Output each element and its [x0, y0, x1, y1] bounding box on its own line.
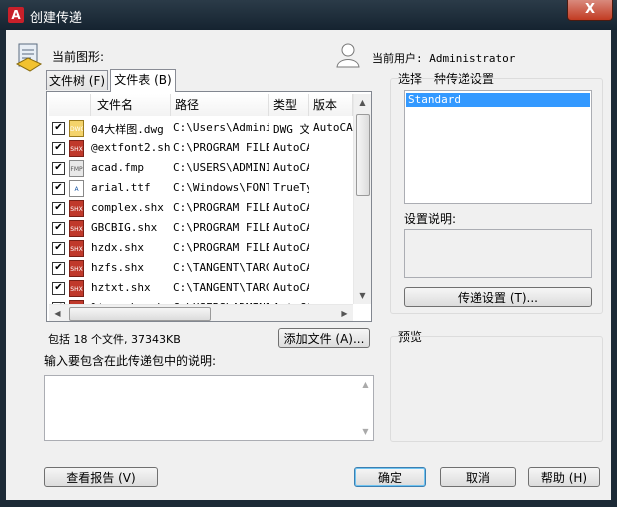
- notes-scroll-up-icon[interactable]: ▲: [357, 376, 374, 393]
- table-row[interactable]: ✔ SHX hzdx.shx C:\PROGRAM FILES AutoCA: [47, 239, 353, 259]
- fmp-file-icon: FMP: [69, 160, 84, 177]
- cell-type: AutoCA: [273, 261, 309, 274]
- scroll-up-arrow-icon[interactable]: ▲: [354, 94, 371, 111]
- cell-path: C:\TANGENT\TARCH: [173, 261, 269, 274]
- row-checkbox[interactable]: ✔: [52, 262, 65, 275]
- setup-description-text: [405, 230, 591, 236]
- table-row[interactable]: ✔ SHX hztxt.shx C:\TANGENT\TARCH AutoCA: [47, 279, 353, 299]
- table-row[interactable]: ✔ FMP acad.fmp C:\USERS\ADMINIS AutoCA: [47, 159, 353, 179]
- column-header-type[interactable]: 类型: [269, 94, 309, 116]
- shx-file-icon: SHX: [69, 200, 84, 217]
- cell-type: AutoCA: [273, 141, 309, 154]
- vertical-scrollbar[interactable]: ▲ ▼: [353, 94, 371, 304]
- cell-type: AutoCA: [273, 241, 309, 254]
- cell-path: C:\PROGRAM FILES: [173, 241, 269, 254]
- row-checkbox[interactable]: ✔: [52, 122, 65, 135]
- dialog-client: 当前图形: 当前用户: Administrator 文件树 (F) 文件表 (B…: [6, 30, 611, 500]
- cell-type: AutoCA: [273, 201, 309, 214]
- cell-type: AutoCA: [273, 221, 309, 234]
- close-button[interactable]: X: [567, 0, 613, 21]
- current-user-label: 当前用户: Administrator: [372, 52, 516, 65]
- cell-type: TrueTy: [273, 181, 309, 194]
- notes-textarea[interactable]: ▲ ▼: [44, 375, 374, 441]
- transmittal-setup-item-standard[interactable]: Standard: [406, 93, 590, 107]
- scroll-right-arrow-icon[interactable]: ▶: [336, 305, 353, 321]
- cancel-button[interactable]: 取消: [440, 467, 516, 487]
- table-row[interactable]: ✔ SHX @extfont2.shx C:\PROGRAM FILES AutoCA: [47, 139, 353, 159]
- table-row[interactable]: ✔ SHX complex.shx C:\PROGRAM FILES AutoCA: [47, 199, 353, 219]
- dialog-window: A 创建传递 X 当前图形: 当前用户: Administrator 文件树 (…: [0, 0, 617, 507]
- setup-description-box: [404, 229, 592, 278]
- add-file-button[interactable]: 添加文件 (A)...: [278, 328, 370, 348]
- cell-path: C:\Users\Adminis: [173, 121, 269, 134]
- setup-description-label: 设置说明:: [404, 212, 457, 226]
- cell-path: C:\PROGRAM FILES: [173, 221, 269, 234]
- cell-filename: @extfont2.shx: [91, 141, 171, 154]
- row-checkbox[interactable]: ✔: [52, 182, 65, 195]
- user-icon: [336, 42, 360, 68]
- notes-text: [45, 376, 373, 382]
- vertical-scroll-thumb[interactable]: [356, 114, 370, 196]
- cell-path: C:\TANGENT\TARCH: [173, 281, 269, 294]
- cell-type: DWG 文: [273, 123, 309, 136]
- row-checkbox[interactable]: ✔: [52, 242, 65, 255]
- horizontal-scrollbar[interactable]: ◀ ▶: [49, 304, 353, 321]
- row-checkbox[interactable]: ✔: [52, 142, 65, 155]
- row-checkbox[interactable]: ✔: [52, 282, 65, 295]
- transmittal-setup-list[interactable]: Standard: [404, 90, 592, 204]
- autocad-logo-icon: A: [8, 7, 24, 23]
- window-title: 创建传递: [30, 11, 83, 26]
- cell-filename: acad.fmp: [91, 161, 144, 174]
- cell-filename: complex.shx: [91, 201, 164, 214]
- table-row[interactable]: ✔ SHX hzfs.shx C:\TANGENT\TARCH AutoCA: [47, 259, 353, 279]
- cell-path: C:\PROGRAM FILES: [173, 141, 269, 154]
- notes-scroll-down-icon[interactable]: ▼: [357, 423, 374, 440]
- scroll-left-arrow-icon[interactable]: ◀: [49, 305, 66, 321]
- column-header-version[interactable]: 版本: [309, 94, 353, 116]
- cell-version: AutoCAD: [313, 121, 353, 134]
- cell-filename: arial.ttf: [91, 181, 151, 194]
- cell-type: AutoCA: [273, 281, 309, 294]
- dwg-file-icon: DWG: [69, 120, 84, 137]
- cell-type: AutoCA: [273, 161, 309, 174]
- notes-label: 输入要包含在此传递包中的说明:: [44, 354, 217, 368]
- table-row[interactable]: ✔ Aarial.ttf C:\Windows\FONTS TrueTy: [47, 179, 353, 199]
- cell-path: C:\Windows\FONTS: [173, 181, 269, 194]
- preview-pane: [390, 336, 603, 442]
- scroll-down-arrow-icon[interactable]: ▼: [354, 287, 371, 304]
- row-checkbox[interactable]: ✔: [52, 222, 65, 235]
- column-header-filename[interactable]: 文件名: [91, 94, 171, 116]
- row-checkbox[interactable]: ✔: [52, 162, 65, 175]
- cell-path: C:\USERS\ADMINIS: [173, 161, 269, 174]
- table-row[interactable]: ✔ DWG 04大样图.dwg C:\Users\Adminis DWG 文 AutoCA…: [47, 119, 353, 139]
- shx-file-icon: SHX: [69, 220, 84, 237]
- ok-button[interactable]: 确定: [354, 467, 426, 487]
- shx-file-icon: SHX: [69, 260, 84, 277]
- transmittal-setup-button[interactable]: 传递设置 (T)...: [404, 287, 592, 307]
- cell-filename: hzfs.shx: [91, 261, 144, 274]
- cell-filename: hztxt.shx: [91, 281, 151, 294]
- cell-filename: hzdx.shx: [91, 241, 144, 254]
- row-checkbox[interactable]: ✔: [52, 202, 65, 215]
- file-summary: 包括 18 个文件, 37343KB: [48, 333, 181, 346]
- cell-filename: GBCBIG.shx: [91, 221, 158, 234]
- horizontal-scroll-thumb[interactable]: [69, 307, 211, 321]
- title-bar[interactable]: A 创建传递 X: [0, 0, 617, 30]
- cell-filename: 04大样图.dwg: [91, 123, 164, 136]
- help-button[interactable]: 帮助 (H): [528, 467, 600, 487]
- drawing-icon: [15, 42, 43, 72]
- shx-file-icon: SHX: [69, 240, 84, 257]
- view-report-button[interactable]: 查看报告 (V): [44, 467, 158, 487]
- column-header-spacer: [49, 94, 91, 116]
- file-table: 文件名 路径 类型 版本 ✔ DWG 04大样图.dwg C:\Users\Admin…: [46, 91, 372, 322]
- current-drawing-label: 当前图形:: [52, 50, 105, 64]
- table-row[interactable]: ✔ SHX GBCBIG.shx C:\PROGRAM FILES AutoCA: [47, 219, 353, 239]
- shx-file-icon: SHX: [69, 280, 84, 297]
- tab-file-table[interactable]: 文件表 (B): [110, 69, 176, 92]
- cell-path: C:\PROGRAM FILES: [173, 201, 269, 214]
- column-header-path[interactable]: 路径: [171, 94, 269, 116]
- tab-file-tree[interactable]: 文件树 (F): [46, 70, 108, 90]
- ttf-file-icon: A: [69, 180, 84, 197]
- shx-file-icon: SHX: [69, 140, 84, 157]
